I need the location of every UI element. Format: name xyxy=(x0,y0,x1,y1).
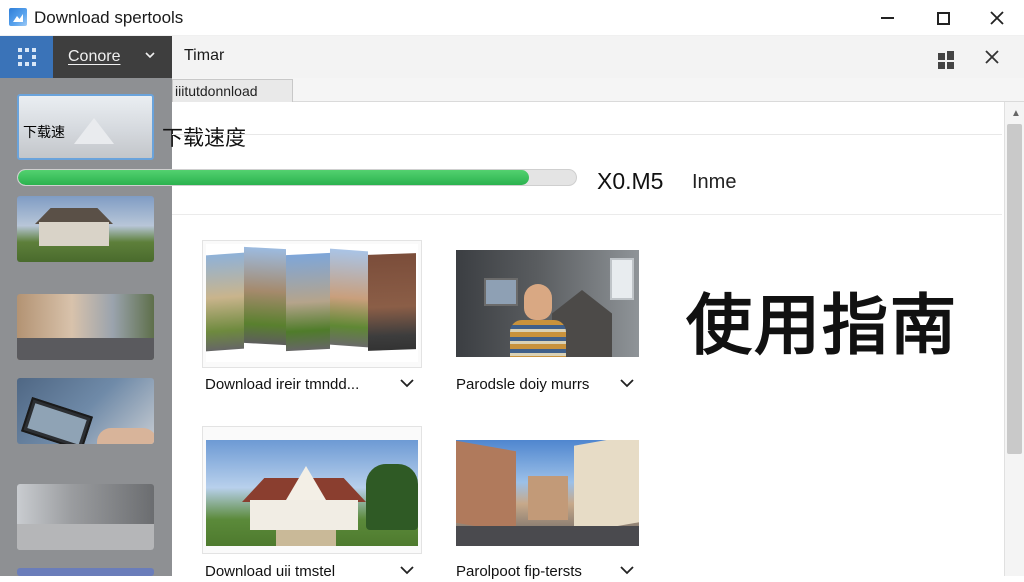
download-progress-bar xyxy=(17,169,577,186)
progress-unit: Inme xyxy=(692,171,737,193)
download-speed-label: 下载速度 xyxy=(162,127,246,150)
media-card-image[interactable] xyxy=(206,440,418,546)
menu-bar: Conore Timar xyxy=(0,36,1024,78)
tab-download[interactable]: iiitutdonnload xyxy=(172,79,293,102)
thumbnail-image xyxy=(17,524,154,550)
progress-value: X0.M5 xyxy=(597,168,664,194)
window-image xyxy=(610,258,634,300)
collage-panel xyxy=(206,252,244,352)
sidebar-thumbnail[interactable] xyxy=(17,196,154,262)
media-card-label[interactable]: Download uii tmstel xyxy=(205,563,335,580)
collage-panel xyxy=(368,253,416,351)
grid-icon xyxy=(17,48,36,66)
thumbnail-image xyxy=(39,222,109,246)
path-image xyxy=(276,530,336,546)
progress-fill xyxy=(18,170,529,185)
sidebar-thumbnail[interactable] xyxy=(17,378,154,444)
sidebar-thumbnail[interactable] xyxy=(17,294,154,360)
thumbnail-sidebar: 下载速 xyxy=(0,78,172,576)
minimize-icon xyxy=(880,17,894,19)
grid-menu-button[interactable] xyxy=(0,36,53,78)
road-image xyxy=(456,526,639,546)
conore-dropdown[interactable]: Conore xyxy=(53,36,172,78)
collage-panel xyxy=(286,252,330,352)
media-card-label[interactable]: Download ireir tmndd... xyxy=(205,376,359,393)
collage-panel xyxy=(244,246,286,346)
scroll-thumb[interactable] xyxy=(1007,124,1022,454)
window-title: Download spertools xyxy=(34,8,184,27)
app-window: Download spertools Conore Timar 下载速 iiit… xyxy=(0,0,1024,580)
sidebar-thumbnail[interactable] xyxy=(17,484,154,550)
building-image xyxy=(456,440,516,534)
title-bar: Download spertools xyxy=(0,0,1024,36)
house-image xyxy=(250,500,358,530)
media-card-image[interactable] xyxy=(206,244,418,362)
trees-image xyxy=(366,464,418,530)
sidebar-thumbnail-selected[interactable]: 下载速 xyxy=(17,94,154,160)
divider xyxy=(172,134,1002,135)
person-image xyxy=(524,284,552,320)
conore-dropdown-label: Conore xyxy=(68,48,121,65)
media-card-label[interactable]: Parolpoot fip-tersts xyxy=(456,563,582,580)
media-card-image[interactable] xyxy=(456,440,639,546)
thumbnail-image xyxy=(27,403,87,444)
sidebar-thumbnail-label: 下载速 xyxy=(23,124,65,140)
window-close-button[interactable] xyxy=(972,0,1022,36)
thumbnail-image xyxy=(17,338,154,360)
maximize-icon xyxy=(936,11,950,25)
chevron-down-icon[interactable] xyxy=(399,376,415,395)
minimize-button[interactable] xyxy=(862,0,912,36)
divider xyxy=(172,214,1002,215)
vertical-scrollbar[interactable]: ▲ xyxy=(1004,102,1024,576)
building-image xyxy=(574,440,639,534)
sidebar-thumbnail[interactable] xyxy=(17,568,154,576)
chevron-down-icon[interactable] xyxy=(619,563,635,582)
person-image xyxy=(510,320,566,357)
building-image xyxy=(528,476,568,520)
guide-heading: 使用指南 xyxy=(686,287,958,364)
thumbnail-image xyxy=(74,118,114,144)
chevron-down-icon xyxy=(144,48,156,64)
picture-frame-image xyxy=(484,278,518,306)
chevron-down-icon[interactable] xyxy=(399,563,415,582)
chevron-down-icon[interactable] xyxy=(619,376,635,395)
scroll-up-icon[interactable]: ▲ xyxy=(1011,108,1021,119)
menu-item-timar[interactable]: Timar xyxy=(184,47,224,65)
app-photo-icon xyxy=(9,8,27,26)
close-icon xyxy=(985,50,999,64)
collage-panel xyxy=(330,248,368,348)
close-icon xyxy=(990,11,1004,25)
tab-strip: iiitutdonnload xyxy=(172,78,1024,102)
thumbnail-image xyxy=(97,428,154,444)
panel-close-button[interactable] xyxy=(984,45,1000,70)
extensions-icon[interactable] xyxy=(936,51,956,71)
media-card-image[interactable] xyxy=(456,250,639,357)
maximize-button[interactable] xyxy=(918,0,968,36)
media-card-label[interactable]: Parodsle doiy murrs xyxy=(456,376,589,393)
